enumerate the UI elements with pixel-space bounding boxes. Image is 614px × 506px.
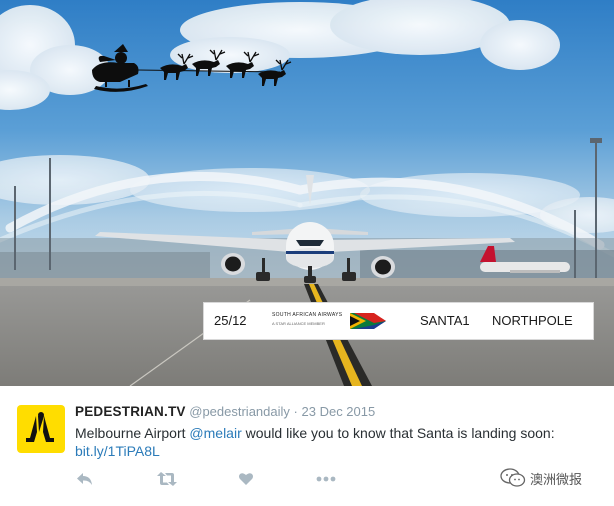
retweet-icon[interactable] [156,470,178,488]
tweet-text-before: Melbourne Airport [75,425,190,441]
tweet-text-after: would like you to know that Santa is lan… [241,425,555,441]
flight-destination: NORTHPOLE [492,313,573,328]
user-handle[interactable]: @pedestriandaily [189,404,290,419]
avatar[interactable] [17,405,65,453]
short-link[interactable]: bit.ly/1TiPA8L [75,443,160,459]
more-icon[interactable] [316,470,336,488]
board-date: 25/12 [214,313,247,328]
saa-flag-icon [350,313,386,329]
watermark-text: 澳洲微报 [530,471,583,487]
airline-subtitle: A STAR ALLIANCE MEMBER [272,321,325,326]
tweet-text: Melbourne Airport @melair would like you… [75,425,555,441]
reply-icon[interactable] [76,470,94,488]
mention-link[interactable]: @melair [189,425,241,441]
airline-name: SOUTH AFRICAN AIRWAYS [272,312,343,318]
tweet-photo[interactable]: 25/12 SOUTH AFRICAN AIRWAYS A STAR ALLIA… [0,0,614,386]
airline-logo: SOUTH AFRICAN AIRWAYS A STAR ALLIANCE ME… [272,311,387,331]
flight-board: 25/12 SOUTH AFRICAN AIRWAYS A STAR ALLIA… [203,302,594,340]
tweet-card: 25/12 SOUTH AFRICAN AIRWAYS A STAR ALLIA… [0,0,614,506]
tweet-date[interactable]: 23 Dec 2015 [302,404,376,419]
like-icon[interactable] [238,470,254,488]
tweet-header: PEDESTRIAN.TV @pedestriandaily · 23 Dec … [75,404,375,419]
meta-separator: · [293,404,298,419]
display-name[interactable]: PEDESTRIAN.TV [75,404,186,419]
wechat-icon [500,468,526,487]
pedestrian-logo-icon [26,412,54,442]
flight-number: SANTA1 [420,313,470,328]
watermark: 澳洲微报 [500,468,582,488]
